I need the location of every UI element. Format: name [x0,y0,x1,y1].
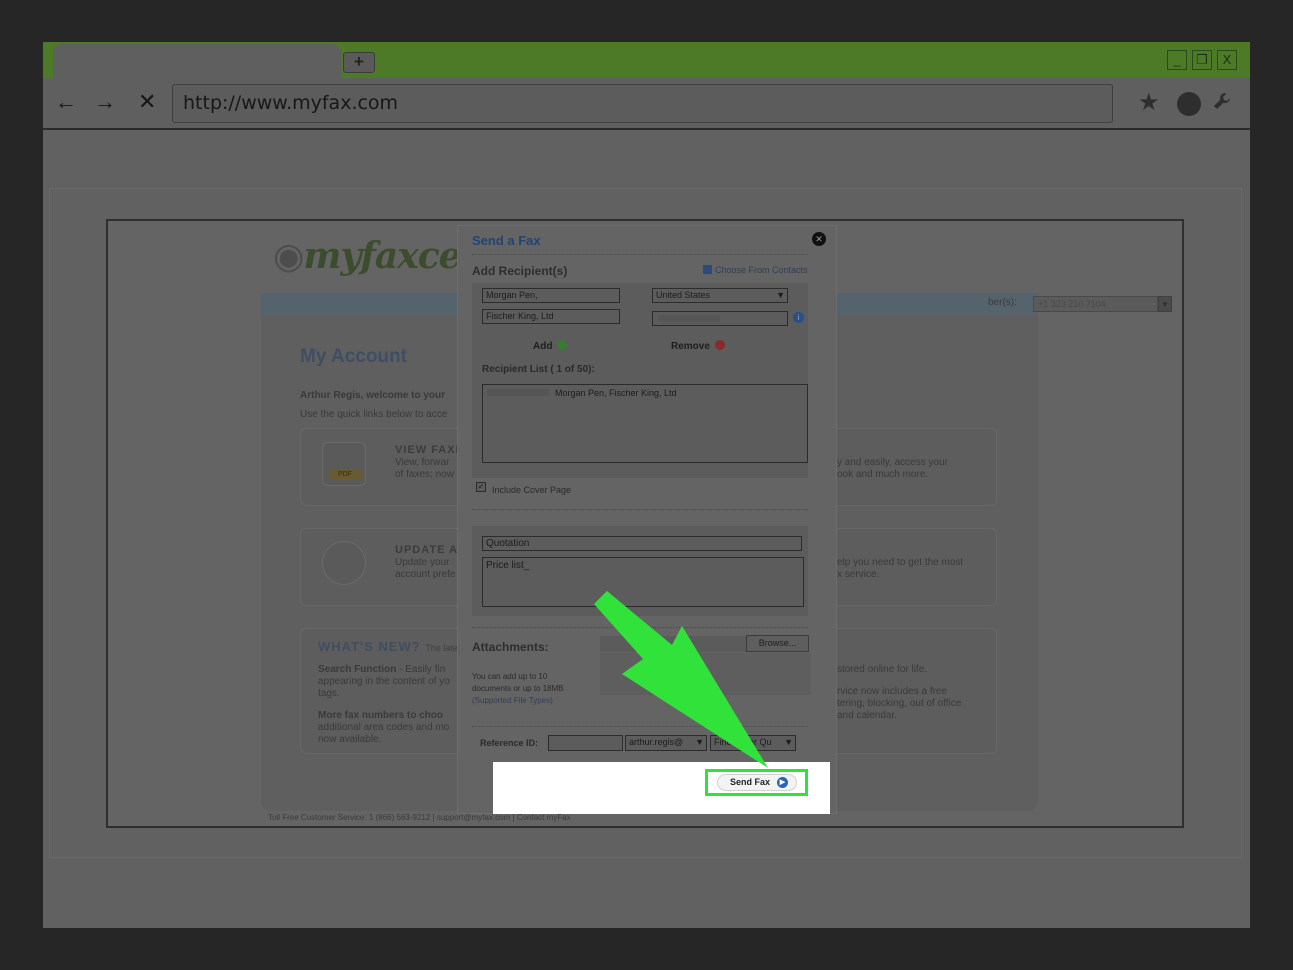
minimize-button[interactable]: _ [1167,50,1187,70]
view-faxes-title[interactable]: VIEW FAXE [395,444,464,456]
restore-button[interactable]: ❐ [1192,50,1212,70]
minus-icon [714,340,725,350]
welcome-text: Arthur Regis, welcome to your [300,390,446,401]
settings-gear-icon [322,541,366,585]
plus-icon [557,340,568,350]
news-item-numbers-line3: now available. [318,734,382,745]
attachments-label: Attachments: [472,640,549,654]
reference-id-label: Reference ID: [480,738,539,748]
chevron-down-icon: ▼ [784,737,793,747]
update-account-right-line2: x service. [837,569,880,580]
arrow-right-icon: ▶ [777,777,788,788]
quality-select[interactable]: Fine ter Qu ▼ [710,735,796,751]
view-faxes-right-line2: ook and much more. [837,469,929,480]
divider [472,726,808,727]
news-right-line1: stored online for life. [837,664,928,675]
news-item-numbers: More fax numbers to choo [318,710,444,721]
wrench-icon[interactable] [1211,90,1235,120]
recipient-entry[interactable]: Morgan Pen, Fischer King, Ltd [555,388,677,398]
news-right-line3: tering, blocking, out of office [837,698,962,709]
browse-button[interactable]: Browse... [746,635,809,652]
update-account-right-line1: elp you need to get the most [837,557,964,568]
fax-number-field[interactable] [652,311,788,326]
view-faxes-right-line1: y and easily, access your [837,457,948,468]
update-account-line2: account prefe [395,569,456,580]
fax-number-dropdown-icon[interactable]: ▾ [1158,296,1172,312]
news-right-line4: and calendar. [837,710,898,721]
country-select[interactable]: United States ▼ [652,288,788,303]
fax-number-label: ber(s): [988,297,1017,308]
redacted-number [487,389,549,396]
page-title: My Account [300,346,407,367]
news-item-search-line3: tags. [318,688,340,699]
divider [472,627,808,628]
welcome-subtext: Use the quick links below to acce [300,409,448,420]
active-tab[interactable] [53,44,341,80]
remove-button[interactable]: Remove [671,340,725,352]
close-window-button[interactable]: X [1217,50,1237,70]
myfax-logo: ◉myfaxce [273,235,462,277]
fax-stack-icon: PDF [322,442,366,486]
news-item-search-line2: appearing in the content of yo [318,676,450,687]
cover-page-checkbox[interactable]: ✓ [476,482,486,492]
divider [472,254,808,255]
news-item-search: Search Function - Easily fin [318,664,446,675]
redacted-number [658,315,720,322]
choose-contacts-link[interactable]: Choose From Contacts [703,265,808,275]
subject-field[interactable]: Quotation [482,536,802,551]
send-fax-button[interactable]: Send Fax ▶ [717,774,797,791]
tab-bar: + _ ❐ X [43,42,1250,80]
star-icon[interactable]: ★ [1138,90,1160,116]
update-account-line1: Update your [395,557,450,568]
file-path-field[interactable] [600,636,746,652]
chevron-down-icon: ▼ [695,737,704,747]
reference-id-field[interactable] [548,735,623,751]
info-icon[interactable]: i [793,312,804,323]
sender-select[interactable]: arthur.regis@ ▼ [625,735,707,751]
news-item-numbers-line2: additional area codes and mo [318,722,450,733]
close-icon[interactable]: ✕ [812,232,826,246]
news-right-line2: rvice now includes a free [837,686,948,697]
dialog-title: Send a Fax [472,233,541,248]
send-fax-highlight: Send Fax ▶ [705,769,808,796]
forward-arrow-icon[interactable]: → [94,90,116,114]
send-fax-dialog: Send a Fax ✕ Add Recipient(s) Choose Fro… [457,225,837,814]
recipient-company-field[interactable]: Fischer King, Ltd [482,309,620,324]
view-faxes-line1: View, forwar [395,457,450,468]
view-faxes-line2: of faxes; now [395,469,454,480]
message-field[interactable]: Price list_ [482,557,804,607]
address-bar[interactable]: http://www.myfax.com [172,84,1113,123]
new-tab-button[interactable]: + [343,52,375,73]
recipient-name-field[interactable]: Morgan Pen, [482,288,620,303]
supported-types-link[interactable]: (Supported File Types) [472,695,564,707]
contacts-icon [703,265,712,274]
add-button[interactable]: Add [533,340,568,352]
attachment-area [600,653,810,695]
circle-icon[interactable] [1177,92,1201,116]
stop-icon[interactable]: ✕ [138,90,156,114]
divider [472,509,808,510]
recipient-list[interactable]: Morgan Pen, Fischer King, Ltd [482,384,808,463]
add-recipients-heading: Add Recipient(s) [472,264,568,278]
recipient-list-label: Recipient List ( 1 of 50): [482,364,595,375]
cover-page-label: Include Cover Page [492,485,572,495]
attachment-note: You can add up to 10 documents or up to … [472,672,564,707]
page-footer: Toll Free Customer Service: 1 (866) 563-… [268,813,571,822]
fax-number-field[interactable]: +1 323 210 7104 [1033,296,1158,312]
pdf-badge: PDF [329,470,361,480]
back-arrow-icon[interactable]: ← [55,90,77,114]
browser-toolbar: ← → ✕ http://www.myfax.com ★ [43,78,1250,130]
chevron-down-icon: ▼ [776,290,785,300]
send-footer: Send Fax ▶ [493,762,830,814]
whats-new-title: WHAT'S NEW? The late [318,639,458,654]
